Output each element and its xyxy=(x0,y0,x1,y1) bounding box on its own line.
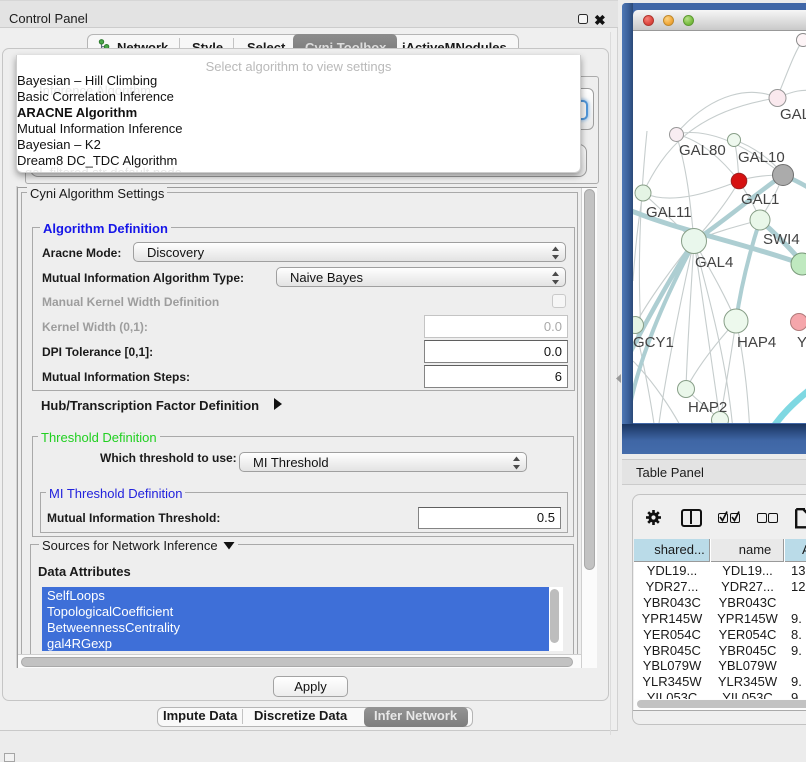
svg-text:GAL4: GAL4 xyxy=(695,254,733,271)
svg-text:GAL10: GAL10 xyxy=(738,149,785,166)
svg-text:HAP2: HAP2 xyxy=(688,399,727,416)
svg-text:Y: Y xyxy=(797,334,806,351)
svg-text:GAL80: GAL80 xyxy=(679,142,726,159)
svg-text:SWI4: SWI4 xyxy=(763,231,800,248)
svg-text:GAL: GAL xyxy=(780,106,806,123)
svg-text:GAL1: GAL1 xyxy=(741,191,779,208)
svg-text:GCY1: GCY1 xyxy=(633,334,674,351)
svg-text:GAL11: GAL11 xyxy=(646,204,692,221)
svg-text:HAP4: HAP4 xyxy=(737,334,776,351)
